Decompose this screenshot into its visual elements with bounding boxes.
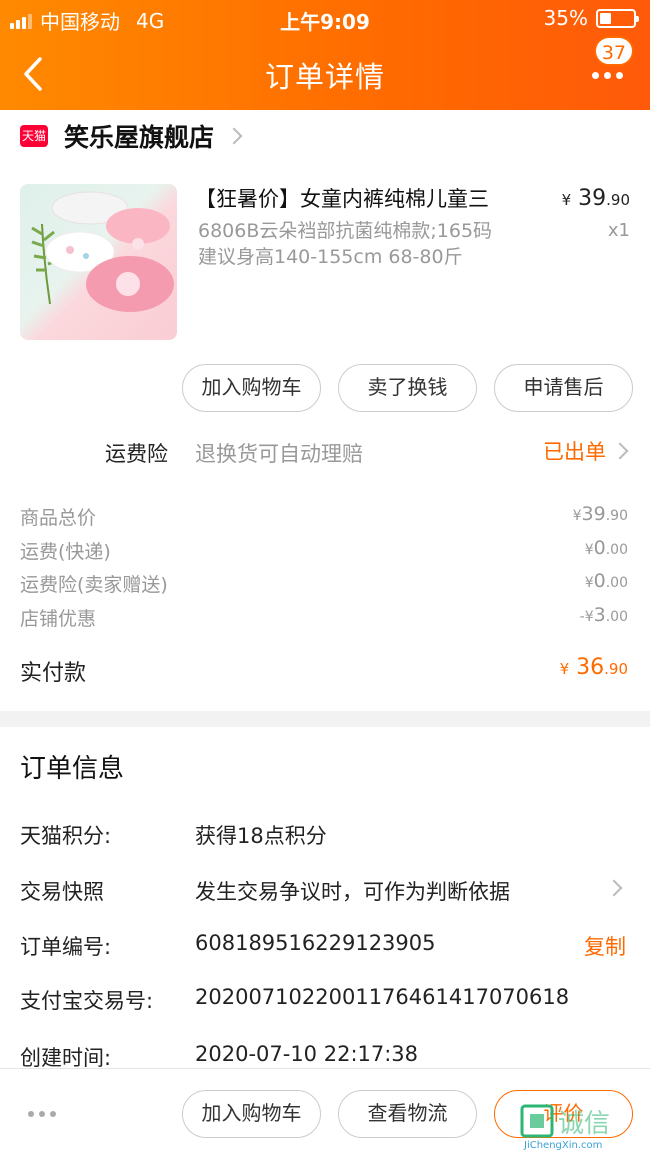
cost-label-discount: 店铺优惠 [20,608,97,630]
after-sale-button[interactable]: 申请售后 [494,364,633,412]
order-number-value: 608189516229123905 [195,931,436,955]
cost-int: 0 [593,570,606,592]
total-label: 实付款 [20,661,87,686]
cost-dec: .90 [605,508,628,524]
section-divider [0,711,650,727]
watermark-text: 诚信 [558,1109,610,1139]
bottom-add-to-cart-button[interactable]: 加入购物车 [182,1090,321,1138]
status-right: 35% [543,6,639,30]
cost-prefix: ¥ [572,508,582,524]
resell-button[interactable]: 卖了换钱 [338,364,477,412]
add-to-cart-button[interactable]: 加入购物车 [182,364,321,412]
price-integer: 39 [578,186,607,211]
watermark-logo: 诚信 JiChengXin.com [520,1104,644,1151]
view-logistics-button[interactable]: 查看物流 [338,1090,477,1138]
alipay-tx-value: 2020071022001176461417070618 [195,985,570,1009]
product-title[interactable]: 【狂暑价】女童内裤纯棉儿童三 [195,183,535,213]
cost-label-goods: 商品总价 [20,507,97,529]
battery-percent: 35% [543,6,588,30]
price-decimal: .90 [606,191,630,209]
more-options-icon[interactable] [28,1111,56,1117]
cost-int: 3 [593,604,606,626]
order-number-label: 订单编号: [20,935,112,959]
cost-label-insurance: 运费险(卖家赠送) [20,574,168,596]
chevron-right-icon [611,442,629,460]
snapshot-label[interactable]: 交易快照 [20,876,104,906]
total-dec: .90 [604,660,628,678]
insurance-status: 已出单 [543,440,606,464]
order-info-title: 订单信息 [20,754,125,784]
cost-value-insurance: ¥0.00 [585,570,628,592]
copy-button[interactable]: 复制 [584,931,626,961]
points-label: 天猫积分: [20,824,112,848]
cost-int: 39 [581,503,606,525]
cost-int: 0 [593,537,606,559]
cost-prefix: ¥ [584,575,594,591]
cost-prefix: -¥ [579,609,594,625]
total-int: 36 [576,655,605,680]
sku-line-2: 建议身高140-155cm 68-80斤 [198,246,463,268]
battery-icon [596,8,639,28]
cost-dec: .00 [605,542,628,558]
product-sku: 6806B云朵裆部抗菌纯棉款;165码 建议身高140-155cm 68-80斤 [198,218,538,270]
product-price: ¥ 39.90 [562,186,630,211]
insurance-desc: 退换货可自动理赔 [195,442,363,466]
points-value: 获得18点积分 [195,824,327,848]
chevron-right-icon [225,127,243,145]
sku-line-1: 6806B云朵裆部抗菌纯棉款;165码 [198,220,493,242]
snapshot-value[interactable]: 发生交易争议时，可作为判断依据 [195,876,510,906]
more-button[interactable]: 37 [588,36,634,88]
product-image[interactable] [20,184,177,340]
total-value: ¥ 36.90 [560,655,628,680]
chevron-right-icon[interactable] [605,879,623,897]
shop-name: 笑乐屋旗舰店 [64,123,215,152]
shop-row[interactable]: 天猫 笑乐屋旗舰店 [20,116,243,156]
cost-prefix: ¥ [584,542,594,558]
created-time-value: 2020-07-10 22:17:38 [195,1042,419,1066]
tmall-logo-icon: 天猫 [20,125,48,147]
product-quantity: x1 [607,220,630,241]
cost-label-shipping: 运费(快递) [20,541,111,563]
insurance-status-link[interactable]: 已出单 [543,436,629,466]
page-title: 订单详情 [264,60,385,94]
message-count-badge: 37 [593,36,634,66]
insurance-label: 运费险 [105,442,168,466]
product-photo-illustration [31,191,174,312]
cost-value-discount: -¥3.00 [580,604,628,626]
cost-dec: .00 [605,609,628,625]
watermark-url: JiChengXin.com [523,1140,602,1150]
total-prefix: ¥ [559,660,570,678]
status-bar: 中国移动 4G 上午9:09 35% [0,0,650,36]
more-dots-icon [592,72,623,79]
cost-dec: .00 [605,575,628,591]
alipay-tx-label: 支付宝交易号: [20,989,154,1013]
header: 中国移动 4G 上午9:09 35% 订单详情 37 [0,0,650,110]
cost-value-goods: ¥39.90 [573,503,628,525]
price-currency: ¥ [561,191,572,209]
cost-value-shipping: ¥0.00 [585,537,628,559]
